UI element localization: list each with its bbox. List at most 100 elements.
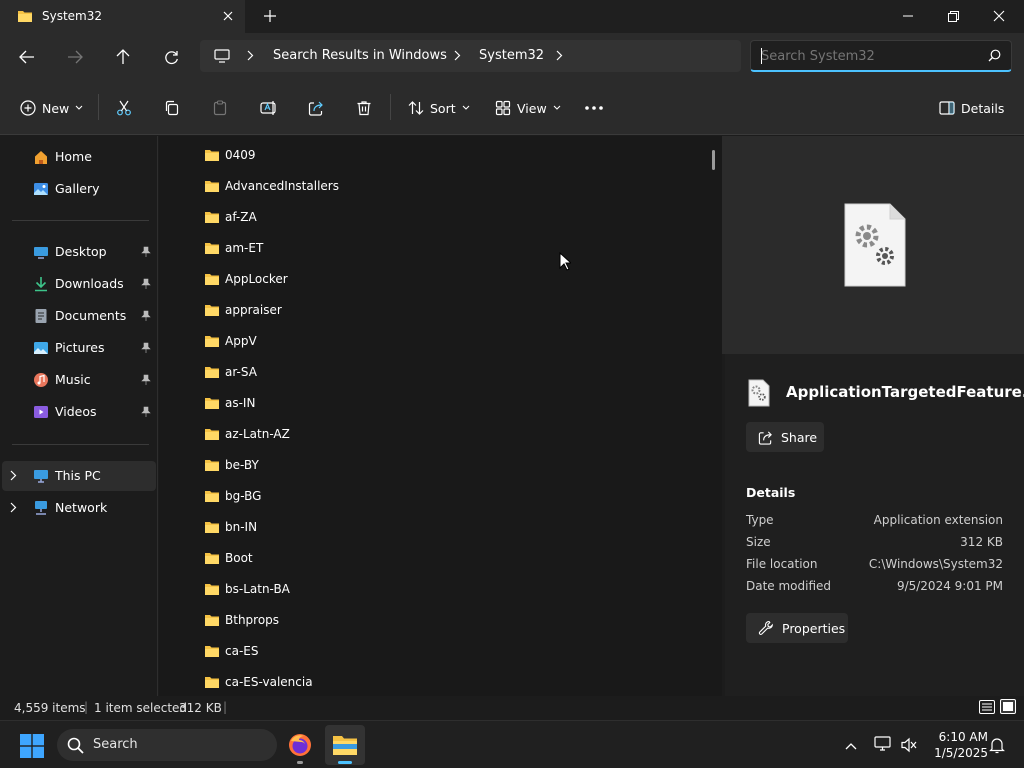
file-list-item[interactable]: appraiser <box>204 298 282 322</box>
taskbar-search[interactable]: Search <box>57 729 277 761</box>
paste-button[interactable] <box>212 94 228 122</box>
sidebar-item-music[interactable]: Music <box>0 365 155 395</box>
file-name: 0409 <box>225 148 256 162</box>
file-list-item[interactable]: ar-SA <box>204 360 257 384</box>
address-bar[interactable]: Search Results in Windows System32 <box>200 40 741 72</box>
share-icon <box>758 430 772 445</box>
share-icon <box>308 101 323 116</box>
chevron-right-icon[interactable] <box>454 50 461 64</box>
tab-title: System32 <box>42 9 103 23</box>
folder-icon <box>205 367 219 378</box>
new-button[interactable]: New <box>20 94 83 122</box>
copy-button[interactable] <box>164 94 180 122</box>
home-icon <box>33 149 49 165</box>
sidebar-item-gallery[interactable]: Gallery <box>0 174 155 204</box>
close-tab-icon[interactable] <box>218 6 238 26</box>
back-icon[interactable] <box>11 41 43 73</box>
chevron-right-icon[interactable] <box>247 50 254 64</box>
chevron-right-icon[interactable] <box>556 50 563 64</box>
pin-icon[interactable] <box>141 342 151 356</box>
share-button[interactable]: Share <box>746 422 824 452</box>
file-list-item[interactable]: az-Latn-AZ <box>204 422 290 446</box>
file-name: ca-ES-valencia <box>225 675 313 689</box>
sidebar-item-downloads[interactable]: Downloads <box>0 269 155 299</box>
details-pane-button[interactable]: Details <box>939 94 1004 122</box>
forward-icon[interactable] <box>59 41 91 73</box>
pin-icon[interactable] <box>141 374 151 388</box>
search-box[interactable] <box>750 40 1012 72</box>
refresh-icon[interactable] <box>155 41 187 73</box>
close-window-icon[interactable] <box>976 0 1022 32</box>
file-list-item[interactable]: af-ZA <box>204 205 257 229</box>
up-icon[interactable] <box>107 41 139 73</box>
cut-button[interactable] <box>116 94 132 122</box>
pin-icon[interactable] <box>141 246 151 260</box>
file-name: ca-ES <box>225 644 259 658</box>
new-tab-icon[interactable] <box>260 6 280 26</box>
sidebar-item-documents[interactable]: Documents <box>0 301 155 331</box>
details-value: C:\Windows\System32 <box>868 557 1003 571</box>
search-input[interactable] <box>761 47 981 65</box>
breadcrumb-system32[interactable]: System32 <box>479 48 544 63</box>
volume-muted-icon[interactable] <box>901 737 917 756</box>
breadcrumb-search-results[interactable]: Search Results in Windows <box>273 48 447 63</box>
sidebar-item-desktop[interactable]: Desktop <box>0 237 155 267</box>
file-list-item[interactable]: be-BY <box>204 453 259 477</box>
notification-bell-icon[interactable] <box>989 737 1005 757</box>
restore-icon[interactable] <box>930 0 976 32</box>
network-status-icon[interactable] <box>874 736 892 755</box>
sidebar-item-home[interactable]: Home <box>0 142 155 172</box>
file-list-item[interactable]: AppLocker <box>204 267 288 291</box>
delete-button[interactable] <box>356 94 372 122</box>
more-options-button[interactable] <box>584 94 604 122</box>
file-list-item[interactable]: Bthprops <box>204 608 279 632</box>
share-button[interactable] <box>308 94 324 122</box>
properties-button[interactable]: Properties <box>746 613 848 643</box>
pin-icon[interactable] <box>141 406 151 420</box>
gallery-icon <box>33 181 49 197</box>
file-explorer-app[interactable] <box>325 725 365 765</box>
file-list-item[interactable]: AdvancedInstallers <box>204 174 339 198</box>
file-list-item[interactable]: 0409 <box>204 143 256 167</box>
chevron-up-icon[interactable] <box>845 739 857 753</box>
search-icon <box>67 737 84 757</box>
sort-label: Sort <box>430 100 456 116</box>
firefox-app[interactable] <box>280 725 320 765</box>
tiles-view-icon[interactable] <box>1000 699 1016 717</box>
tab-system32[interactable]: System32 <box>0 0 245 33</box>
sort-button[interactable]: Sort <box>408 94 470 122</box>
pin-icon[interactable] <box>141 310 151 324</box>
file-list-item[interactable]: ca-ES <box>204 639 258 663</box>
rename-button[interactable] <box>260 94 278 122</box>
windows-start-icon[interactable] <box>20 734 44 761</box>
folder-icon <box>205 336 219 347</box>
copy-icon <box>165 100 179 116</box>
file-list-item[interactable]: AppV <box>204 329 257 353</box>
details-row-date: Date modified 9/5/2024 9:01 PM <box>746 579 1003 597</box>
folder-icon <box>205 646 219 657</box>
file-list-item[interactable]: bg-BG <box>204 484 261 508</box>
sidebar-item-videos[interactable]: Videos <box>0 397 155 427</box>
file-list-item[interactable]: as-IN <box>204 391 255 415</box>
details-view-icon[interactable] <box>979 700 995 717</box>
sidebar-item-this-pc[interactable]: This PC <box>2 461 156 491</box>
file-list-item[interactable]: bs-Latn-BA <box>204 577 290 601</box>
search-icon[interactable] <box>988 49 1001 65</box>
file-list-item[interactable]: bn-IN <box>204 515 257 539</box>
view-button[interactable]: View <box>495 94 561 122</box>
file-list-item[interactable]: ca-ES-valencia <box>204 670 313 694</box>
scrollbar-thumb[interactable] <box>712 150 715 170</box>
monitor-icon <box>214 49 230 66</box>
system-clock[interactable]: 6:10 AM 1/5/2025 <box>926 729 988 761</box>
folder-icon <box>205 181 219 192</box>
minimize-icon[interactable] <box>885 0 931 32</box>
details-pane: ApplicationTargetedFeature... Share Deta… <box>725 354 1024 696</box>
chevron-right-icon[interactable] <box>10 502 17 516</box>
sidebar-item-network[interactable]: Network <box>0 493 155 523</box>
pin-icon[interactable] <box>141 278 151 292</box>
sidebar-item-pictures[interactable]: Pictures <box>0 333 155 363</box>
chevron-right-icon[interactable] <box>10 470 17 484</box>
file-list-item[interactable]: am-ET <box>204 236 263 260</box>
file-list-item[interactable]: Boot <box>204 546 253 570</box>
wrench-icon <box>758 620 773 635</box>
